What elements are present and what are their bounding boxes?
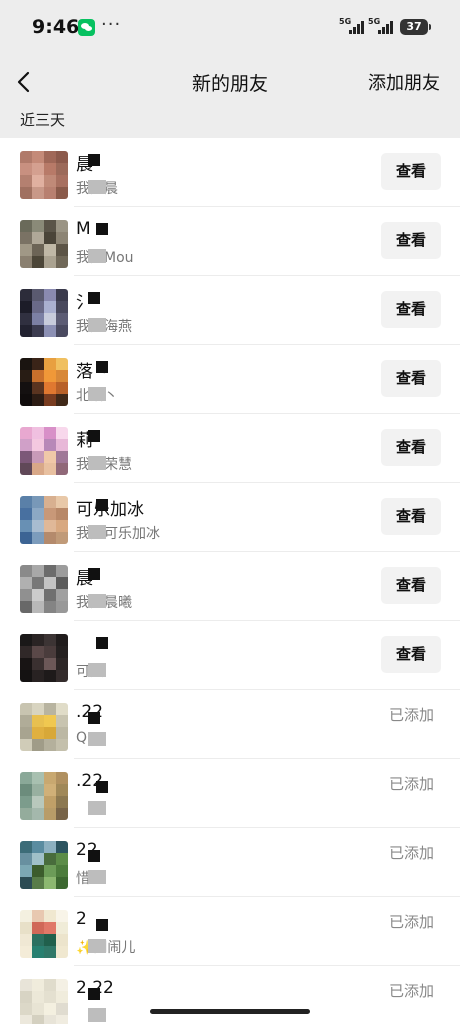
avatar[interactable] — [20, 772, 68, 820]
list-item[interactable]: .22Q已添加 — [0, 690, 460, 759]
privacy-mosaic — [88, 988, 100, 1000]
added-status: 已添加 — [389, 706, 435, 724]
section-header: 近三天 — [0, 108, 460, 138]
list-item[interactable]: 晨我是晨曦查看 — [0, 552, 460, 621]
avatar[interactable] — [20, 289, 68, 337]
friend-request-list: 晨我是晨查看M我是Mou查看氵我是海燕查看落丶北落丶查看莉我是荣慧查看可乐加冰我… — [0, 138, 460, 1024]
privacy-mosaic — [88, 663, 106, 677]
list-item[interactable]: 22 惜已添加 — [0, 828, 460, 897]
signal-label: 5G — [368, 17, 381, 26]
friend-message: Q — [76, 730, 88, 746]
privacy-mosaic — [88, 801, 106, 815]
privacy-mosaic — [88, 456, 106, 470]
list-item[interactable]: .22 已添加 — [0, 759, 460, 828]
privacy-mosaic — [88, 525, 106, 539]
section-label: 近三天 — [20, 111, 66, 129]
added-status: 已添加 — [389, 775, 435, 793]
privacy-mosaic — [96, 361, 108, 373]
added-status: 已添加 — [389, 913, 435, 931]
view-button[interactable]: 查看 — [381, 498, 441, 535]
list-item[interactable]: 可爽查看 — [0, 621, 460, 690]
privacy-mosaic — [88, 154, 100, 166]
added-status: 已添加 — [389, 844, 435, 862]
home-indicator[interactable] — [150, 1009, 310, 1014]
avatar[interactable] — [20, 979, 68, 1024]
view-button[interactable]: 查看 — [381, 567, 441, 604]
view-button[interactable]: 查看 — [381, 429, 441, 466]
signal-icon: 5G — [368, 17, 394, 35]
more-notifications-icon: ··· — [101, 14, 122, 35]
friend-name: M — [76, 219, 91, 239]
privacy-mosaic — [96, 499, 108, 511]
privacy-mosaic — [96, 637, 108, 649]
privacy-mosaic — [88, 732, 106, 746]
list-item[interactable]: 2✨闹闹儿已添加 — [0, 897, 460, 966]
signal-icon: 5G — [339, 17, 365, 35]
avatar[interactable] — [20, 220, 68, 268]
privacy-mosaic — [96, 919, 108, 931]
privacy-mosaic — [88, 594, 106, 608]
privacy-mosaic — [88, 568, 100, 580]
view-button[interactable]: 查看 — [381, 291, 441, 328]
view-button[interactable]: 查看 — [381, 153, 441, 190]
list-item[interactable]: 落丶北落丶查看 — [0, 345, 460, 414]
privacy-mosaic — [88, 292, 100, 304]
view-button[interactable]: 查看 — [381, 360, 441, 397]
avatar[interactable] — [20, 703, 68, 751]
avatar[interactable] — [20, 427, 68, 475]
privacy-mosaic — [88, 1008, 106, 1022]
status-bar: 9:46 ··· 5G 5G 37 — [0, 0, 460, 56]
privacy-mosaic — [88, 939, 106, 953]
wechat-notification-icon — [78, 19, 95, 36]
avatar[interactable] — [20, 910, 68, 958]
avatar[interactable] — [20, 634, 68, 682]
privacy-mosaic — [96, 781, 108, 793]
privacy-mosaic — [88, 712, 100, 724]
list-item[interactable]: 氵我是海燕查看 — [0, 276, 460, 345]
privacy-mosaic — [88, 387, 106, 401]
list-item[interactable]: 晨我是晨查看 — [0, 138, 460, 207]
avatar[interactable] — [20, 841, 68, 889]
privacy-mosaic — [88, 430, 100, 442]
privacy-mosaic — [88, 318, 106, 332]
signal-label: 5G — [339, 17, 352, 26]
privacy-mosaic — [88, 180, 106, 194]
add-friend-button[interactable]: 添加朋友 — [368, 69, 440, 95]
list-item[interactable]: 莉我是荣慧查看 — [0, 414, 460, 483]
list-item[interactable]: 可乐加冰 我是可乐加冰 查看 — [0, 483, 460, 552]
privacy-mosaic — [88, 850, 100, 862]
view-button[interactable]: 查看 — [381, 222, 441, 259]
status-time: 9:46 — [32, 16, 80, 38]
avatar[interactable] — [20, 358, 68, 406]
list-item[interactable]: M我是Mou查看 — [0, 207, 460, 276]
added-status: 已添加 — [389, 982, 435, 1000]
nav-bar: 新的朋友 添加朋友 — [0, 56, 460, 108]
battery-icon: 37 — [400, 19, 431, 35]
friend-name: 2 — [76, 909, 87, 929]
avatar[interactable] — [20, 565, 68, 613]
list-item[interactable]: 2.22已添加 — [0, 966, 460, 1024]
privacy-mosaic — [88, 870, 106, 884]
privacy-mosaic — [88, 249, 106, 263]
friend-name: 可乐加冰 — [76, 500, 144, 520]
avatar[interactable] — [20, 151, 68, 199]
view-button[interactable]: 查看 — [381, 636, 441, 673]
privacy-mosaic — [96, 223, 108, 235]
avatar[interactable] — [20, 496, 68, 544]
